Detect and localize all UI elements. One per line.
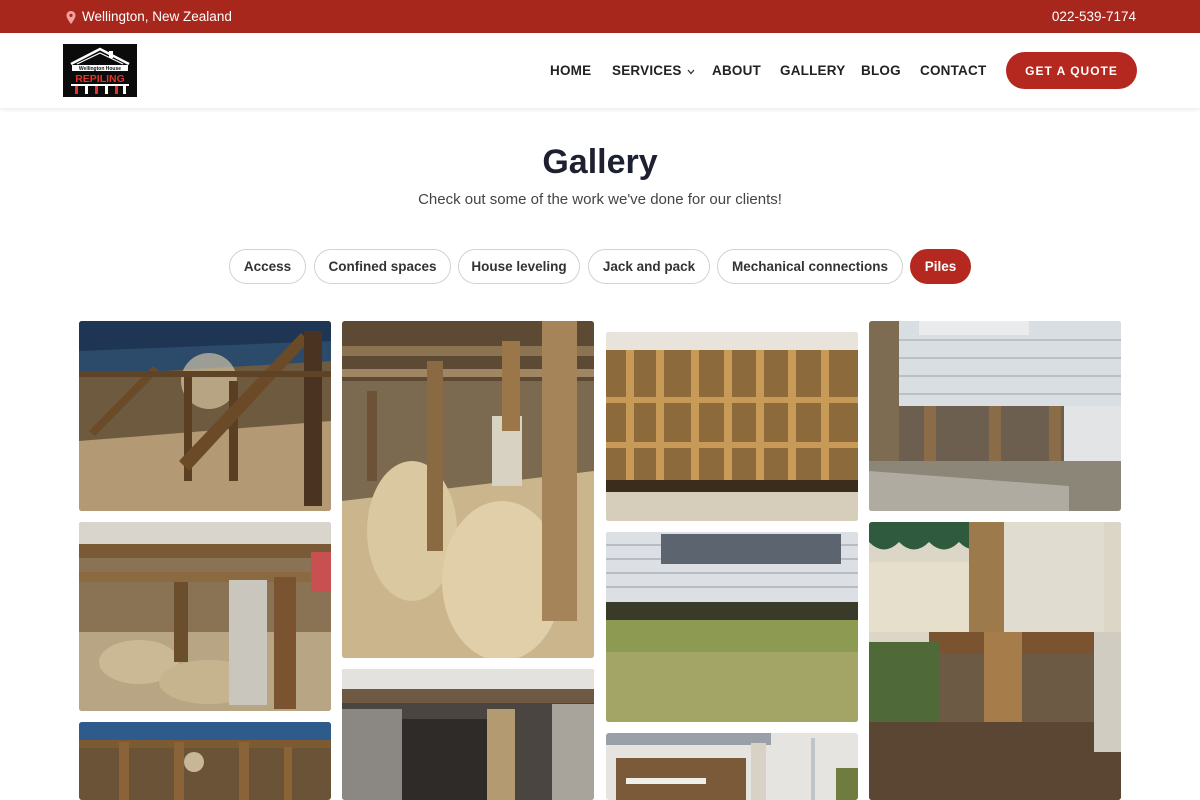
map-pin-icon — [66, 10, 76, 24]
gallery-photo[interactable] — [606, 532, 858, 722]
filter-access[interactable]: Access — [229, 249, 306, 284]
site-header: Wellington House REPILING HOME SERVICES … — [0, 33, 1200, 108]
location-text: Wellington, New Zealand — [82, 9, 232, 24]
filter-mechanical-connections[interactable]: Mechanical connections — [717, 249, 903, 284]
chevron-down-icon — [687, 63, 695, 78]
company-logo[interactable]: Wellington House REPILING — [63, 44, 137, 97]
nav-contact[interactable]: CONTACT — [920, 63, 986, 78]
gallery-photo[interactable] — [342, 669, 594, 800]
nav-services[interactable]: SERVICES — [612, 63, 695, 78]
gallery-photo[interactable] — [79, 522, 331, 711]
gallery-photo[interactable] — [869, 321, 1121, 511]
gallery-photo[interactable] — [869, 522, 1121, 800]
gallery-photo[interactable] — [606, 332, 858, 521]
nav-gallery[interactable]: GALLERY — [780, 63, 845, 78]
gallery-filters: Access Confined spaces House leveling Ja… — [0, 249, 1200, 285]
filter-jack-and-pack[interactable]: Jack and pack — [588, 249, 710, 284]
nav-blog[interactable]: BLOG — [861, 63, 901, 78]
filter-piles[interactable]: Piles — [910, 249, 971, 284]
nav-home[interactable]: HOME — [550, 63, 591, 78]
gallery-photo[interactable] — [79, 722, 331, 800]
gallery-photo[interactable] — [342, 321, 594, 658]
filter-house-leveling[interactable]: House leveling — [458, 249, 580, 284]
filter-confined-spaces[interactable]: Confined spaces — [314, 249, 451, 284]
page-title: Gallery — [542, 143, 658, 181]
get-a-quote-button[interactable]: GET A QUOTE — [1006, 52, 1137, 89]
svg-text:REPILING: REPILING — [75, 73, 125, 85]
gallery-photo[interactable] — [606, 733, 858, 800]
svg-text:Wellington House: Wellington House — [79, 66, 121, 72]
nav-about[interactable]: ABOUT — [712, 63, 761, 78]
gallery-photo[interactable] — [79, 321, 331, 511]
page-subtitle: Check out some of the work we've done fo… — [418, 191, 782, 208]
top-bar: Wellington, New Zealand 022-539-7174 — [0, 0, 1200, 33]
location: Wellington, New Zealand — [66, 9, 232, 24]
phone-link[interactable]: 022-539-7174 — [1052, 9, 1136, 24]
nav-services-label: SERVICES — [612, 63, 682, 78]
